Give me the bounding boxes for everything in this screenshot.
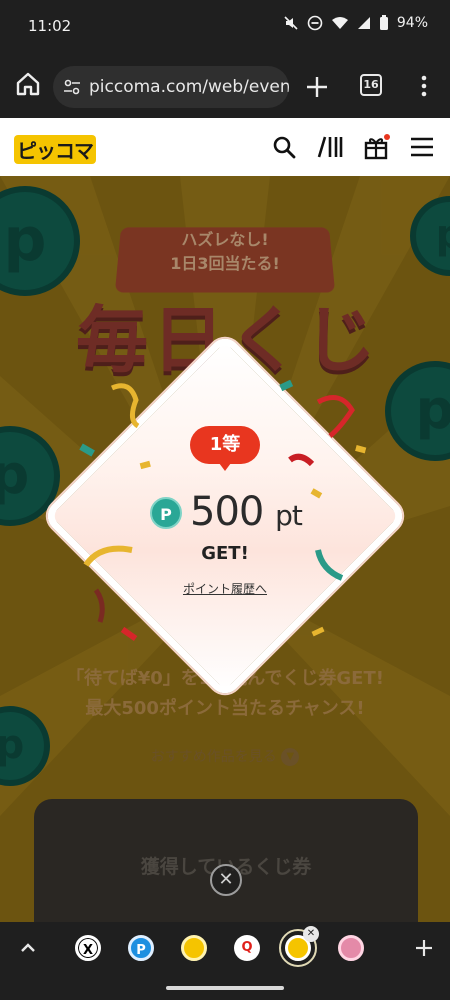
search-icon[interactable]: [270, 133, 298, 161]
wifi-icon: [331, 17, 348, 29]
logo-text: ピッコマ: [14, 135, 96, 164]
gesture-navigation-bar[interactable]: [166, 986, 284, 990]
event-headline: ハズレなし! 1日3回当たる!: [118, 228, 332, 276]
tab-x-icon[interactable]: X: [75, 935, 101, 961]
close-icon: ✕: [218, 869, 234, 890]
prize-rank-badge: 1等: [190, 426, 260, 471]
prize-points: 500 pt: [190, 488, 303, 540]
recommend-link-label: おすすめ作品を見る: [150, 749, 277, 765]
point-history-link[interactable]: ポイント履歴へ: [0, 580, 450, 597]
tab-q-label: Q: [241, 940, 253, 955]
chevron-up-icon[interactable]: [18, 938, 38, 958]
points-unit: pt: [275, 499, 303, 532]
battery-icon: [379, 15, 388, 30]
phone-screen: 11:02 94% piccoma.com/web/event 16 ピッコマ …: [0, 0, 450, 1000]
status-bar: 11:02 94%: [0, 0, 450, 54]
points-value: 500: [190, 489, 264, 535]
piccoma-logo[interactable]: ピッコマ: [14, 135, 96, 164]
tab-yellow-app-icon[interactable]: [181, 935, 207, 961]
chevron-down-icon: ▼: [281, 748, 300, 766]
headline-line-1: ハズレなし!: [181, 230, 269, 249]
tab-switcher-button[interactable]: 16: [360, 74, 382, 96]
close-modal-button[interactable]: ✕: [210, 864, 242, 896]
new-tab-icon[interactable]: [303, 73, 331, 101]
point-history-link-label[interactable]: ポイント履歴へ: [183, 582, 267, 596]
status-icons: 94%: [283, 15, 428, 31]
url-text[interactable]: piccoma.com/web/event: [89, 77, 289, 97]
prize-get-label: GET!: [201, 543, 249, 564]
browser-toolbar: piccoma.com/web/event 16: [0, 54, 450, 118]
address-bar[interactable]: piccoma.com/web/event: [53, 66, 289, 108]
tab-x-label: X: [82, 943, 94, 958]
home-icon[interactable]: [12, 68, 44, 100]
tab-strip: X P Q ✕: [0, 922, 450, 1000]
site-header: ピッコマ: [0, 118, 450, 176]
gift-icon[interactable]: [362, 133, 390, 161]
tab-pink-app-icon[interactable]: [338, 935, 364, 961]
site-settings-icon[interactable]: [62, 77, 82, 97]
bookshelf-icon[interactable]: [316, 133, 344, 161]
tab-p-label: P: [136, 943, 146, 958]
recommend-link[interactable]: おすすめ作品を見る ▼: [0, 746, 450, 766]
tab-close-icon[interactable]: ✕: [303, 926, 319, 942]
add-tab-icon[interactable]: [414, 938, 434, 958]
do-not-disturb-icon: [307, 15, 323, 31]
headline-line-2: 1日3回当たる!: [170, 254, 280, 273]
hamburger-menu-icon[interactable]: [408, 133, 436, 161]
point-coin-icon: P: [150, 497, 182, 529]
signal-icon: [357, 17, 370, 29]
status-time: 11:02: [28, 17, 72, 35]
mute-icon: [284, 16, 298, 30]
tab-q-red-icon[interactable]: Q: [234, 935, 260, 961]
more-menu-icon[interactable]: [414, 74, 434, 98]
battery-percent: 94%: [396, 15, 428, 31]
tab-p-blue-icon[interactable]: P: [128, 935, 154, 961]
